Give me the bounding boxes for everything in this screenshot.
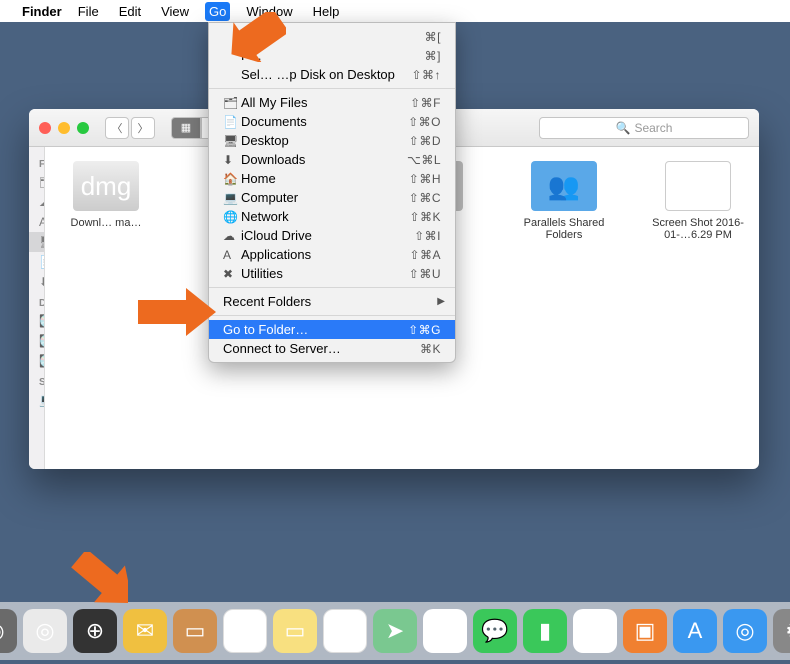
menu-utilities[interactable]: ✖Utilities⇧⌘U [209,264,455,283]
menu-documents[interactable]: 📄Documents⇧⌘O [209,112,455,131]
search-field[interactable]: 🔍 Search [539,117,749,139]
menubar-app-name[interactable]: Finder [22,4,62,19]
dock-app-safari[interactable]: ◎ [23,609,67,653]
file-item[interactable]: 👥Parallels Shared Folders [509,161,619,241]
dock-app-ibooks[interactable]: ▣ [623,609,667,653]
chevron-right-icon: ▶ [437,296,445,307]
dock-app-reminders[interactable]: ≡ [323,609,367,653]
annotation-arrow-icon [68,552,128,612]
dock-app-appstore[interactable]: A [673,609,717,653]
dock-app-messages[interactable]: 💬 [473,609,517,653]
nav-forward-button[interactable]: 〉 [131,117,155,139]
dock-app-photos[interactable]: ✿ [423,609,467,653]
file-item[interactable]: ▭Screen Shot 2016-01-…6.29 PM [643,161,753,241]
applications-icon: A [223,248,241,262]
desktop-icon: 🖥 [223,134,241,148]
menu-desktop[interactable]: 🖥Desktop⇧⌘D [209,131,455,150]
sidebar-item-icloud-drive[interactable]: ☁iCloud Drive [29,192,45,212]
dock-app-mail[interactable]: ✉ [123,609,167,653]
documents-icon: 📄 [223,115,241,129]
menu-view[interactable]: View [157,2,193,21]
menu-startup-disk[interactable]: Sel… …p Disk on Desktop⇧⌘↑ [209,65,455,84]
menu-computer[interactable]: 💻Computer⇧⌘C [209,188,455,207]
dmg-icon: dmg [73,161,139,211]
dock-app-notes[interactable]: ▭ [273,609,317,653]
home-icon: 🏠 [223,172,241,186]
sidebar-item-device[interactable]: 💽installer⏏ [29,331,45,351]
sidebar-header-favorites: Favorites [29,153,45,172]
file-item[interactable]: dmgDownl… ma… [51,161,161,229]
sidebar-item-documents[interactable]: 📄Documents [29,252,45,272]
go-menu-dropdown: B…⌘[ F…⌘] Sel… …p Disk on Desktop⇧⌘↑ 🗂Al… [208,22,456,363]
traffic-lights [39,122,89,134]
shared-folder-icon: 👥 [531,161,597,211]
menu-applications[interactable]: AApplications⇧⌘A [209,245,455,264]
annotation-arrow-icon [138,288,216,336]
sidebar-item-all-my-files[interactable]: 🗂All My Files [29,172,45,192]
utilities-icon: ✖ [223,267,241,281]
view-icon-button[interactable]: ▦ [171,117,201,139]
dock-app-safari2[interactable]: ◎ [723,609,767,653]
menu-edit[interactable]: Edit [115,2,145,21]
menu-go-to-folder[interactable]: Go to Folder…⇧⌘G [209,320,455,339]
menu-separator [209,315,455,316]
menu-separator [209,88,455,89]
maximize-button[interactable] [77,122,89,134]
menu-connect-to-server[interactable]: Connect to Server…⌘K [209,339,455,358]
menu-home[interactable]: 🏠Home⇧⌘H [209,169,455,188]
menubar: Finder File Edit View Go Window Help [0,0,790,22]
computer-icon: 💻 [223,191,241,205]
screenshot-icon: ▭ [665,161,731,211]
finder-sidebar: Favorites 🗂All My Files ☁iCloud Drive AA… [29,147,45,469]
dock-app-dashboard[interactable]: ⊕ [73,609,117,653]
sidebar-item-shared[interactable]: 💻Tomas's Ma… [29,390,45,410]
search-icon: 🔍 [616,121,631,135]
search-placeholder: Search [634,121,672,135]
menu-help[interactable]: Help [309,2,344,21]
menu-separator [209,287,455,288]
menu-downloads[interactable]: ⬇Downloads⌥⌘L [209,150,455,169]
sidebar-item-applications[interactable]: AApplications [29,212,45,232]
menu-all-my-files[interactable]: 🗂All My Files⇧⌘F [209,93,455,112]
nav-back-button[interactable]: 〈 [105,117,129,139]
files-icon: 🗂 [223,96,241,110]
annotation-arrow-icon [226,12,286,62]
dock-app-preferences[interactable]: ⚙ [773,609,790,653]
dock-app-contacts[interactable]: ▭ [173,609,217,653]
downloads-icon: ⬇ [223,153,241,167]
menu-network[interactable]: 🌐Network⇧⌘K [209,207,455,226]
sidebar-item-desktop[interactable]: 🖥Desktop [29,232,45,252]
icloud-icon: ☁ [223,229,241,243]
sidebar-header-devices: Devices [29,292,45,311]
sidebar-item-device[interactable]: 💽SmartInst…⏏ [29,311,45,331]
dock-app-launchpad[interactable]: ◉ [0,609,17,653]
menu-file[interactable]: File [74,2,103,21]
sidebar-item-downloads[interactable]: ⬇Downloads [29,272,45,292]
dock-app-itunes[interactable]: ♪ [573,609,617,653]
menu-recent-folders[interactable]: Recent Folders▶ [209,292,455,311]
dock-app-maps[interactable]: ➤ [373,609,417,653]
close-button[interactable] [39,122,51,134]
minimize-button[interactable] [58,122,70,134]
dock-app-facetime[interactable]: ▮ [523,609,567,653]
menu-icloud-drive[interactable]: ☁iCloud Drive⇧⌘I [209,226,455,245]
network-icon: 🌐 [223,210,241,224]
sidebar-header-shared: Shared [29,371,45,390]
dock-app-calendar[interactable]: 21 [223,609,267,653]
sidebar-item-device[interactable]: 💽installer⏏ [29,351,45,371]
